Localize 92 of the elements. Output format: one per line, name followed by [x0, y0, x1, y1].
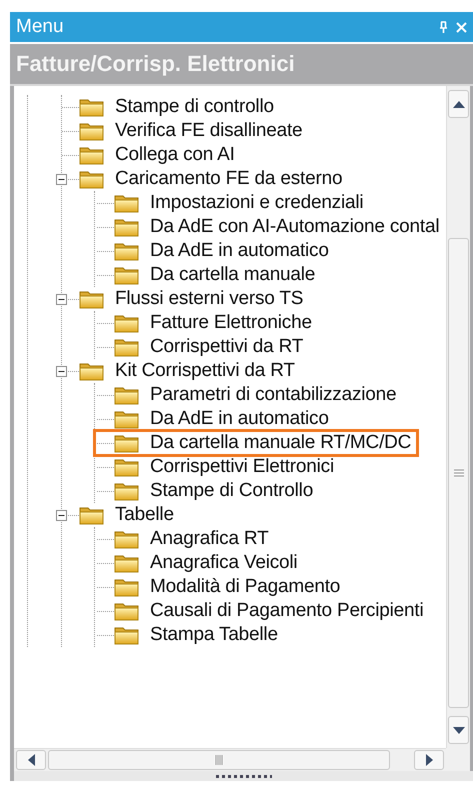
pin-icon[interactable] [439, 21, 448, 33]
folder-icon [114, 553, 139, 573]
item-label: Da AdE in automatico [150, 239, 329, 263]
tree-item[interactable]: Kit Corrispettivi da RT [54, 359, 301, 383]
folder-icon [79, 505, 104, 525]
folder-icon [114, 529, 139, 549]
item-label: Caricamento FE da esterno [115, 167, 342, 191]
close-icon[interactable] [456, 22, 467, 32]
item-label: Verifica FE disallineate [115, 119, 302, 143]
vertical-scrollbar[interactable] [446, 86, 470, 748]
item-label: Stampe di controllo [115, 95, 274, 119]
item-label: Anagrafica RT [150, 527, 268, 551]
section-title: Fatture/Corrisp. Elettronici [16, 51, 295, 77]
folder-icon [79, 121, 104, 141]
scroll-down-button[interactable] [448, 716, 469, 744]
folder-icon [79, 289, 104, 309]
item-label: Causali di Pagamento Percipienti [150, 599, 424, 623]
folder-icon [114, 385, 139, 405]
item-label: Tabelle [115, 503, 174, 527]
folder-icon [79, 361, 104, 381]
folder-icon [114, 625, 139, 645]
horizontal-scrollbar[interactable] [14, 748, 446, 771]
item-label: Da AdE con AI-Automazione contal [150, 215, 440, 239]
folder-icon [114, 217, 139, 237]
item-label: Da AdE in automatico [150, 407, 329, 431]
up-arrow-icon [452, 100, 464, 108]
item-label: Kit Corrispettivi da RT [115, 359, 295, 383]
item-label: Da cartella manuale RT/MC/DC [150, 431, 412, 455]
item-label: Da cartella manuale [150, 263, 316, 287]
tree-item[interactable]: Stampe di controllo [62, 95, 280, 119]
folder-icon [114, 457, 139, 477]
item-label: Collega con AI [115, 143, 235, 167]
tree-item[interactable]: Parametri di contabilizzazione [95, 383, 402, 407]
folder-icon [114, 337, 139, 357]
folder-icon [114, 241, 139, 261]
tree-item[interactable]: Da AdE in automatico [95, 239, 335, 263]
folder-icon [79, 169, 104, 189]
tree-item[interactable]: Anagrafica RT [95, 527, 274, 551]
scroll-thumb[interactable] [48, 750, 390, 770]
tree-item[interactable]: Da cartella manuale [95, 263, 322, 287]
item-label: Stampe di Controllo [150, 479, 314, 503]
tree-item[interactable]: Impostazioni e credenziali [95, 191, 370, 215]
tree-item[interactable]: Da cartella manuale RT/MC/DC [95, 431, 418, 455]
folder-icon [114, 265, 139, 285]
tree-item[interactable]: Caricamento FE da esterno [54, 167, 348, 191]
collapse-icon[interactable] [56, 294, 67, 305]
item-label: Fatture Elettroniche [150, 311, 312, 335]
folder-icon [114, 601, 139, 621]
folder-icon [79, 145, 104, 165]
tree-item[interactable]: Corrispettivi Elettronici [95, 455, 340, 479]
tree-item[interactable]: Modalità di Pagamento [95, 575, 346, 599]
item-label: Stampa Tabelle [150, 623, 278, 647]
grip-icon [454, 469, 464, 477]
item-label: Corrispettivi Elettronici [150, 455, 334, 479]
tree-item[interactable]: Fatture Elettroniche [95, 311, 318, 335]
scroll-right-button[interactable] [414, 750, 444, 770]
folder-icon [114, 409, 139, 429]
folder-icon [114, 433, 139, 453]
collapse-icon[interactable] [56, 510, 67, 521]
item-label: Flussi esterni verso TS [115, 287, 304, 311]
resize-grip-icon[interactable] [216, 774, 272, 778]
tree-item[interactable]: Collega con AI [62, 143, 241, 167]
scroll-left-button[interactable] [16, 750, 46, 770]
collapse-icon[interactable] [56, 366, 67, 377]
right-arrow-icon [426, 754, 432, 766]
scroll-up-button[interactable] [448, 90, 469, 118]
tree-item[interactable]: Causali di Pagamento Percipienti [95, 599, 430, 623]
tree-item[interactable]: Stampa Tabelle [95, 623, 284, 647]
folder-icon [114, 577, 139, 597]
grip-icon [215, 755, 223, 765]
folder-icon [114, 313, 139, 333]
folder-icon [79, 97, 104, 117]
panel-title: Menu [16, 16, 64, 38]
tree-item[interactable]: Tabelle [54, 503, 180, 527]
scroll-thumb[interactable] [448, 238, 469, 708]
collapse-icon[interactable] [56, 174, 67, 185]
tree-item[interactable]: Anagrafica Veicoli [95, 551, 304, 575]
item-label: Modalità di Pagamento [150, 575, 340, 599]
item-label: Corrispettivi da RT [150, 335, 304, 359]
item-label: Anagrafica Veicoli [150, 551, 298, 575]
down-arrow-icon [452, 726, 464, 734]
tree-item[interactable]: Stampe di Controllo [95, 479, 320, 503]
item-label: Parametri di contabilizzazione [150, 383, 396, 407]
item-label: Impostazioni e credenziali [150, 191, 364, 215]
tree-item[interactable]: Flussi esterni verso TS [54, 287, 310, 311]
tree-item[interactable]: Verifica FE disallineate [62, 119, 308, 143]
folder-icon [114, 193, 139, 213]
left-arrow-icon [28, 754, 34, 766]
tree-item[interactable]: Corrispettivi da RT [95, 335, 310, 359]
tree-item[interactable]: Da AdE con AI-Automazione contal [95, 215, 446, 239]
folder-icon [114, 481, 139, 501]
tree-item[interactable]: Da AdE in automatico [95, 407, 335, 431]
